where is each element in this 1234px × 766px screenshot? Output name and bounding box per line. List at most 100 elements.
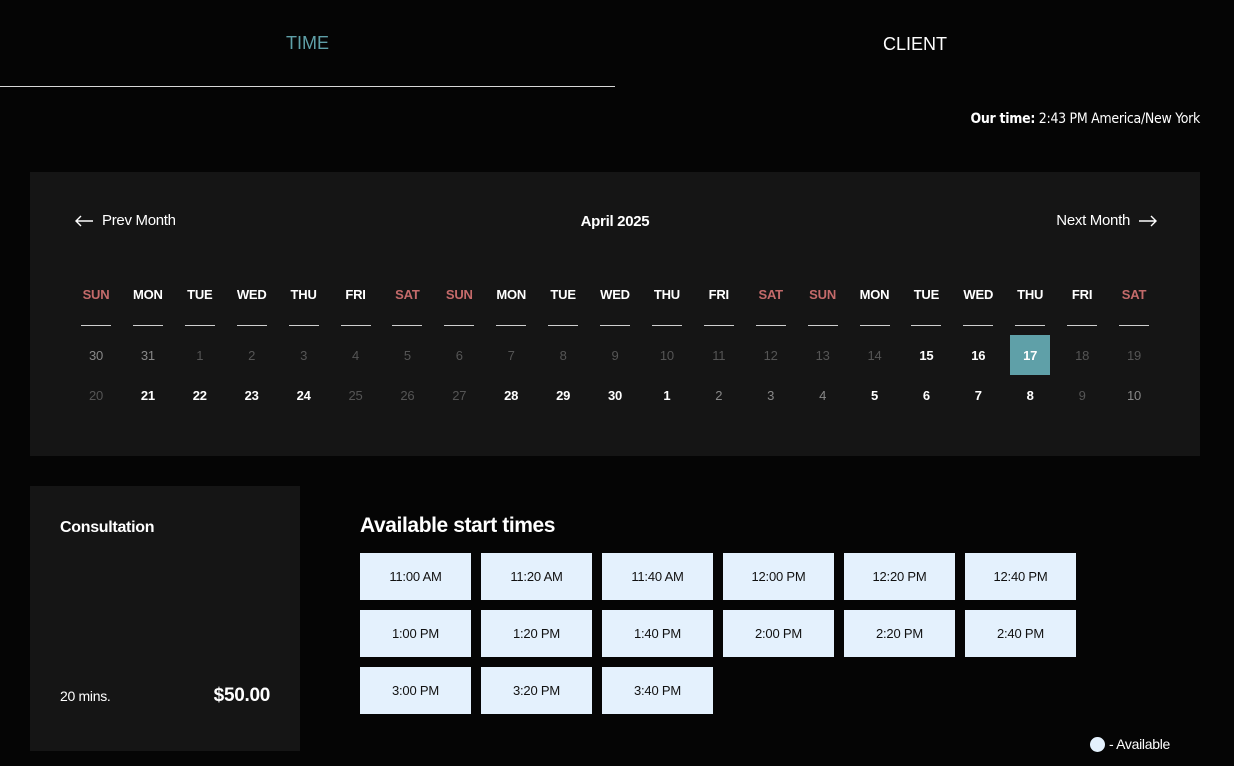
- time-slot-button[interactable]: 3:00 PM: [360, 667, 471, 714]
- calendar-day[interactable]: 23: [232, 375, 272, 415]
- weekday-underline: [496, 325, 527, 326]
- calendar-day: 2: [715, 387, 723, 403]
- calendar-day[interactable]: 7: [958, 375, 998, 415]
- calendar-day: 4: [819, 387, 827, 403]
- service-name: Consultation: [60, 519, 155, 536]
- calendar-day[interactable]: 22: [180, 375, 220, 415]
- weekday-label: SAT: [1121, 287, 1147, 302]
- weekday-label: THU: [1017, 287, 1044, 302]
- weekday-label: TUE: [913, 287, 940, 302]
- weekday-label: MON: [133, 287, 163, 302]
- weekday-underline: [548, 325, 579, 326]
- our-time: Our time: 2:43 PM America/New York: [970, 111, 1200, 127]
- calendar-day[interactable]: 15: [906, 335, 946, 375]
- calendar-panel: Prev Month April 2025 Next Month SUN MON T…: [30, 172, 1200, 456]
- weekday-label: WED: [600, 287, 630, 302]
- time-slot-button[interactable]: 1:40 PM: [602, 610, 713, 657]
- calendar-day: 14: [867, 347, 882, 363]
- calendar-day: 8: [559, 347, 567, 363]
- calendar-day[interactable]: 21: [128, 375, 168, 415]
- calendar-day: 10: [1126, 387, 1142, 403]
- time-slot-button[interactable]: 12:40 PM: [965, 553, 1076, 600]
- weekday-underline: [807, 325, 838, 326]
- next-month-button[interactable]: Next Month: [1056, 212, 1158, 229]
- calendar-day[interactable]: 5: [855, 375, 895, 415]
- calendar-day[interactable]: 1: [647, 375, 687, 415]
- weekday-label: TUE: [550, 287, 576, 302]
- weekday-label: SAT: [758, 287, 783, 302]
- time-slot-button[interactable]: 12:00 PM: [723, 553, 834, 600]
- weekday-label: MON: [859, 287, 890, 302]
- time-slot-button[interactable]: 3:20 PM: [481, 667, 592, 714]
- calendar-day: 7: [507, 347, 515, 363]
- calendar-day: 11: [712, 347, 726, 363]
- calendar-day: 2: [248, 347, 256, 363]
- calendar-day: 3: [300, 347, 308, 363]
- weekday-underline: [600, 325, 630, 326]
- time-slot-button[interactable]: 11:40 AM: [602, 553, 713, 600]
- time-slot-button[interactable]: 2:00 PM: [723, 610, 834, 657]
- our-time-label: Our time:: [970, 111, 1036, 127]
- weekday-underline: [1067, 325, 1098, 326]
- calendar-day: 27: [452, 387, 467, 403]
- weekday-underline: [392, 325, 423, 326]
- weekday-underline: [288, 325, 319, 326]
- weekday-underline: [184, 325, 215, 326]
- calendar-day: 26: [400, 387, 415, 403]
- calendar-day: 19: [1126, 347, 1142, 363]
- calendar-day[interactable]: 6: [906, 375, 946, 415]
- weekday-label: THU: [290, 287, 317, 302]
- time-slot-button[interactable]: 1:20 PM: [481, 610, 592, 657]
- weekday-label: TUE: [187, 287, 213, 302]
- calendar-day: 5: [403, 347, 411, 363]
- weekday-label: FRI: [345, 287, 366, 302]
- our-time-value: 2:43 PM America/New York: [1038, 111, 1201, 127]
- calendar-day: 30: [88, 347, 104, 363]
- weekday-underline: [132, 325, 163, 326]
- time-slot-button[interactable]: 1:00 PM: [360, 610, 471, 657]
- calendar-day[interactable]: 16: [958, 335, 998, 375]
- time-slot-button[interactable]: 11:00 AM: [360, 553, 471, 600]
- time-slot-button[interactable]: 2:20 PM: [844, 610, 955, 657]
- weekday-underline: [703, 325, 734, 326]
- weekday-underline: [81, 325, 111, 326]
- arrow-right-icon: [1138, 215, 1158, 227]
- time-slot-button[interactable]: 12:20 PM: [844, 553, 955, 600]
- time-slot-button[interactable]: 2:40 PM: [965, 610, 1076, 657]
- weekday-underline: [651, 325, 682, 326]
- day-selected[interactable]: 17: [1010, 335, 1051, 375]
- weekday-label: WED: [963, 287, 994, 302]
- calendar-day: 1: [196, 347, 204, 363]
- weekday-label: THU: [653, 287, 680, 302]
- time-slot-button[interactable]: 3:40 PM: [602, 667, 713, 714]
- weekday-label: WED: [236, 287, 267, 302]
- calendar-day: 9: [1078, 387, 1086, 403]
- weekday-underline: [444, 325, 475, 326]
- times-title: Available start times: [360, 514, 556, 537]
- calendar-day: 20: [88, 387, 104, 403]
- calendar-day: 6: [455, 347, 463, 363]
- step-tabs: TIME CLIENT: [0, 0, 1234, 88]
- service-price: $50.00: [213, 685, 271, 706]
- weekday-label: FRI: [708, 287, 730, 302]
- tab-time[interactable]: TIME: [0, 0, 615, 87]
- weekday-underline: [1119, 325, 1149, 326]
- month-title: April 2025: [580, 213, 650, 230]
- weekday-label: FRI: [1071, 287, 1093, 302]
- calendar-day[interactable]: 30: [595, 375, 635, 415]
- weekday-label: SAT: [395, 287, 420, 302]
- calendar-day[interactable]: 24: [284, 375, 324, 415]
- calendar-day[interactable]: 28: [491, 375, 531, 415]
- available-dot-icon: [1089, 736, 1105, 752]
- legend: - Available: [1089, 736, 1170, 752]
- time-slot-button[interactable]: 11:20 AM: [481, 553, 592, 600]
- calendar-day: 25: [348, 387, 363, 403]
- calendar-day: 13: [815, 347, 830, 363]
- tab-client[interactable]: CLIENT: [615, 0, 1215, 88]
- calendar-day[interactable]: 8: [1010, 375, 1050, 415]
- service-duration: 20 mins.: [60, 688, 111, 704]
- service-card: Consultation 20 mins. $50.00: [30, 486, 300, 751]
- calendar-day[interactable]: 29: [543, 375, 583, 415]
- weekday-label: MON: [496, 287, 527, 302]
- legend-label: - Available: [1108, 736, 1170, 752]
